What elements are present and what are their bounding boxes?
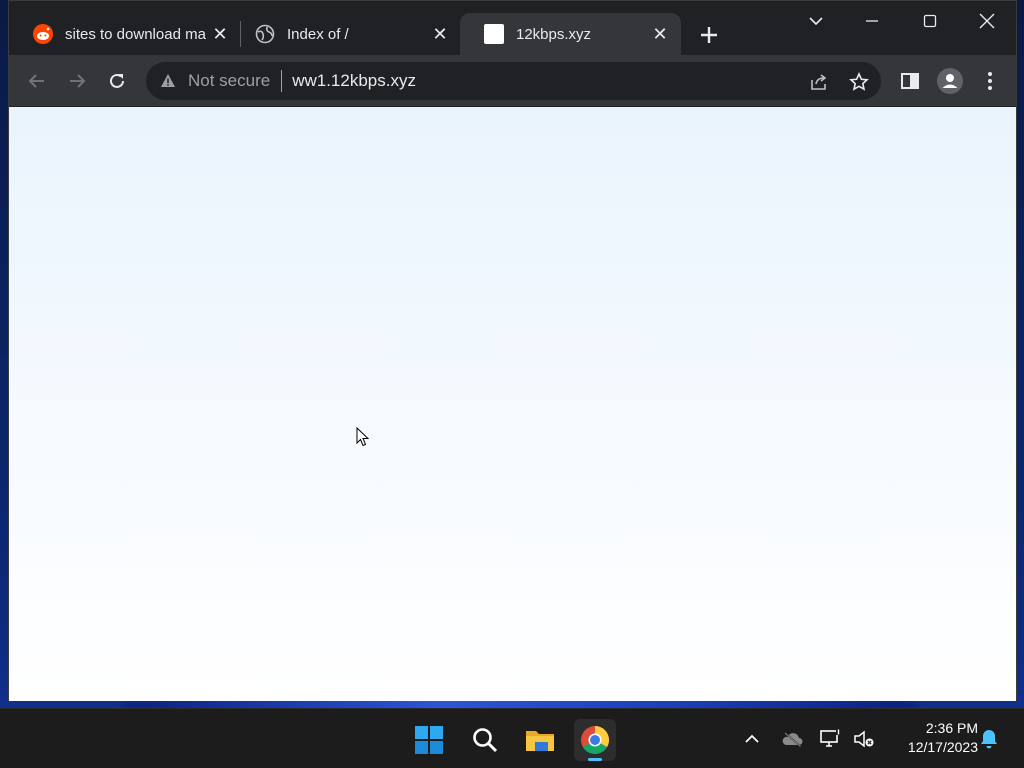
chevron-up-icon[interactable]: [740, 727, 764, 751]
tab-12kbps[interactable]: 12kbps.xyz ✕: [460, 13, 681, 55]
onedrive-offline-icon[interactable]: [780, 727, 804, 751]
windows-start-icon[interactable]: [408, 719, 450, 761]
url-text[interactable]: ww1.12kbps.xyz: [292, 71, 416, 91]
search-icon[interactable]: [464, 719, 506, 761]
back-icon[interactable]: [23, 67, 51, 95]
omnibox-divider: [281, 70, 283, 92]
forward-icon[interactable]: [63, 67, 91, 95]
taskbar: 2:36 PM 12/17/2023: [0, 708, 1024, 768]
close-tab-icon[interactable]: ✕: [209, 23, 231, 45]
warning-icon[interactable]: [160, 73, 176, 89]
clock-date: 12/17/2023: [907, 739, 978, 755]
reload-icon[interactable]: [103, 67, 131, 95]
globe-icon: [255, 24, 275, 44]
notification-bell-icon[interactable]: [977, 727, 1001, 751]
tab-search-icon[interactable]: [793, 7, 839, 35]
address-bar[interactable]: Not secure ww1.12kbps.xyz: [146, 62, 881, 100]
file-explorer-icon[interactable]: [519, 719, 561, 761]
tab-title: sites to download ma: [65, 25, 206, 43]
tab-title: 12kbps.xyz: [516, 25, 592, 43]
security-label[interactable]: Not secure: [188, 71, 270, 91]
mouse-cursor-icon: [356, 426, 370, 452]
tab-title: Index of /: [287, 25, 349, 43]
volume-muted-icon[interactable]: [852, 727, 876, 751]
chrome-icon[interactable]: [574, 719, 616, 761]
bookmark-star-icon[interactable]: [848, 71, 870, 93]
plus-icon[interactable]: [695, 21, 723, 49]
tab-strip: sites to download ma ✕ Index of / ✕ 12kb…: [9, 1, 1016, 55]
menu-kebab-icon[interactable]: [976, 67, 1004, 95]
minimize-icon[interactable]: [849, 7, 895, 35]
share-icon[interactable]: [808, 71, 830, 93]
active-app-indicator: [588, 758, 602, 761]
profile-icon[interactable]: [936, 67, 964, 95]
network-icon[interactable]: [819, 727, 843, 751]
blank-page-icon: [484, 24, 504, 44]
tab-reddit[interactable]: sites to download ma ✕: [9, 13, 241, 55]
side-panel-icon[interactable]: [896, 67, 924, 95]
tab-index-of[interactable]: Index of / ✕: [231, 13, 461, 55]
system-clock[interactable]: 2:36 PM 12/17/2023: [886, 719, 978, 757]
toolbar: Not secure ww1.12kbps.xyz: [9, 55, 1016, 107]
close-tab-icon[interactable]: ✕: [429, 23, 451, 45]
chrome-window: sites to download ma ✕ Index of / ✕ 12kb…: [8, 0, 1017, 701]
clock-time: 2:36 PM: [925, 720, 978, 736]
reddit-icon: [33, 24, 53, 44]
maximize-icon[interactable]: [907, 7, 953, 35]
page-content[interactable]: [9, 107, 1016, 701]
close-tab-icon[interactable]: ✕: [649, 23, 671, 45]
close-window-icon[interactable]: [964, 7, 1010, 35]
